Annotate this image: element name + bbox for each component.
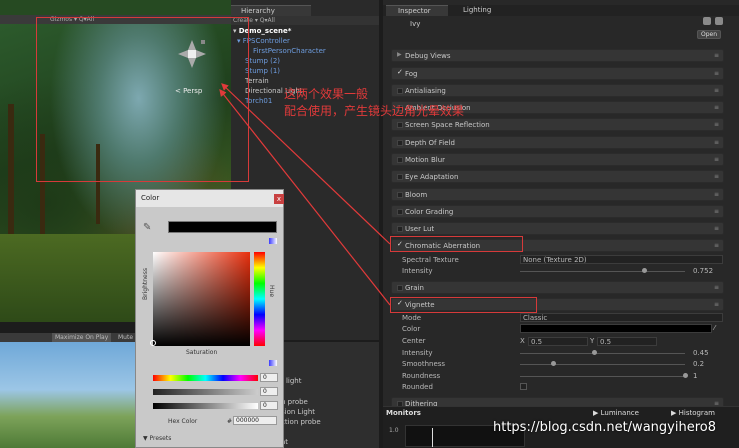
annotation-line-1: 这两个效果一般 — [284, 87, 369, 101]
color-preview — [168, 221, 277, 233]
saturation-label: Saturation — [186, 349, 218, 356]
hex-input[interactable]: 000000 — [233, 416, 277, 425]
slider-1-value[interactable]: 0 — [260, 373, 278, 382]
hue-slider[interactable] — [254, 252, 265, 346]
rgb-slider-1[interactable] — [153, 375, 258, 381]
brightness-label: Brightness — [142, 268, 149, 300]
color-picker-title: Color — [136, 190, 283, 207]
sv-cursor[interactable] — [150, 340, 156, 346]
saturation-brightness-box[interactable] — [150, 252, 250, 346]
annotation-line-2: 配合使用，产生镜头边角光晕效果 — [284, 104, 465, 118]
hex-prefix: # — [227, 418, 233, 425]
rgb-slider-3[interactable] — [153, 403, 258, 409]
presets-toggle[interactable]: ▼ Presets — [143, 435, 171, 442]
hue-label: Hue — [268, 285, 275, 298]
watermark: https://blog.csdn.net/wangyihero8 — [493, 420, 716, 435]
slider-mode-icon[interactable] — [269, 360, 277, 366]
slider-2-value[interactable]: 0 — [260, 387, 278, 396]
annotation-arrows — [219, 83, 391, 306]
slider-3-value[interactable]: 0 — [260, 401, 278, 410]
color-picker-window: Color x ✎ Brightness Hue Saturation 0 0 … — [135, 189, 284, 448]
close-button[interactable]: x — [274, 194, 284, 204]
color-mode-icon[interactable] — [269, 238, 277, 244]
eyedropper-icon[interactable]: ✎ — [143, 222, 155, 234]
rgb-slider-2[interactable] — [153, 389, 258, 395]
annotation-text: 这两个效果一般 配合使用，产生镜头边角光晕效果 — [284, 86, 464, 120]
hex-label: Hex Color — [168, 418, 198, 425]
